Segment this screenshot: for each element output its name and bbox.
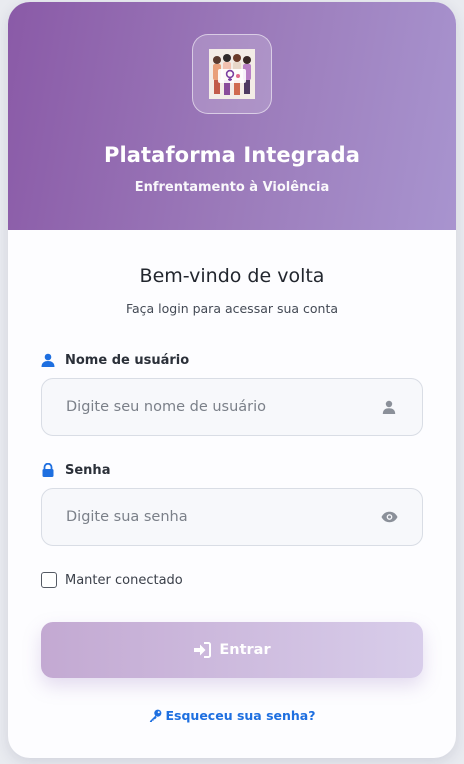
forgot-password-link[interactable]: Esqueceu sua senha? [8, 708, 456, 723]
username-label-text: Nome de usuário [65, 352, 190, 368]
sign-in-icon [194, 642, 212, 658]
user-icon [41, 353, 55, 367]
key-icon [149, 709, 161, 722]
remember-me-checkbox[interactable] [41, 572, 57, 588]
women-group-logo-icon [209, 49, 255, 99]
username-input[interactable] [66, 399, 380, 415]
welcome-heading: Bem-vindo de volta [139, 265, 325, 287]
welcome-subheading: Faça login para acessar sua conta [125, 301, 339, 316]
user-icon [382, 400, 396, 414]
login-header: Plataforma Integrada Enfrentamento à Vio… [8, 2, 456, 230]
remember-me[interactable]: Manter conectado [41, 571, 183, 589]
eye-icon[interactable] [380, 511, 398, 523]
login-button[interactable]: Entrar [41, 622, 423, 678]
app-subtitle: Enfrentamento à Violência [134, 180, 330, 195]
username-field[interactable] [41, 378, 423, 436]
remember-me-label: Manter conectado [65, 572, 183, 588]
show-password-toggle[interactable] [380, 508, 398, 526]
username-label: Nome de usuário [41, 351, 189, 369]
login-card: Plataforma Integrada Enfrentamento à Vio… [8, 2, 456, 758]
password-field[interactable] [41, 488, 423, 546]
forgot-password-label: Esqueceu sua senha? [165, 708, 316, 723]
logo-container [192, 34, 272, 114]
lock-icon [42, 463, 54, 477]
app-title: Plataforma Integrada [103, 143, 361, 167]
username-trailing-icon [380, 398, 398, 416]
password-label: Senha [41, 461, 110, 479]
password-input[interactable] [66, 509, 380, 525]
login-button-label: Entrar [219, 642, 271, 658]
password-label-text: Senha [65, 462, 111, 478]
